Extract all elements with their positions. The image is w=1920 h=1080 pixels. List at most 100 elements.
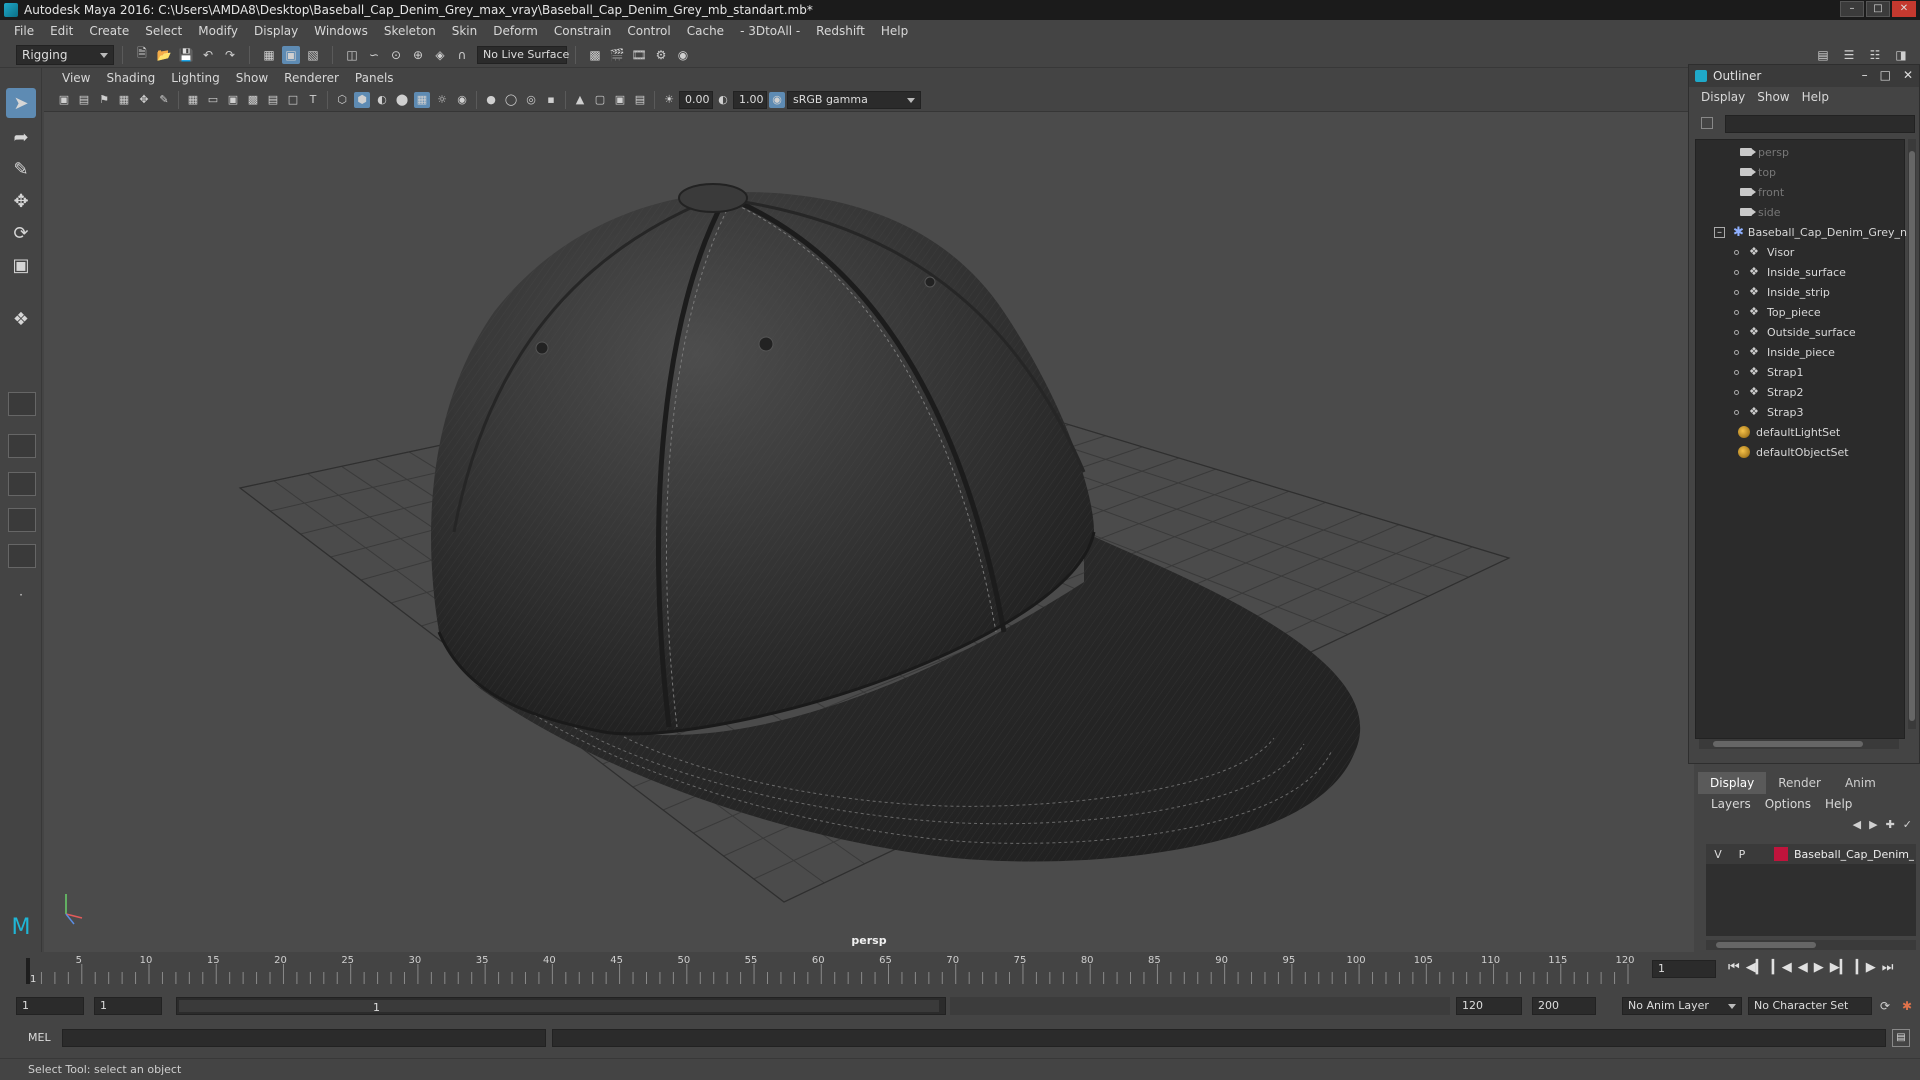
- move-layer-up-icon[interactable]: ◀: [1853, 818, 1861, 831]
- layout-four-view-icon[interactable]: [8, 392, 36, 416]
- layer-menu-layers[interactable]: Layers: [1704, 797, 1758, 811]
- bookmark-icon[interactable]: ⚑: [96, 92, 112, 108]
- scrollbar-thumb[interactable]: [1909, 151, 1915, 721]
- menu-redshift[interactable]: Redshift: [808, 20, 873, 42]
- outliner-item-side[interactable]: side: [1740, 202, 1781, 222]
- vp-menu-shading[interactable]: Shading: [98, 71, 163, 85]
- redo-icon[interactable]: ↷: [221, 46, 239, 64]
- layer-visibility-toggle[interactable]: V: [1706, 848, 1730, 861]
- vp-menu-renderer[interactable]: Renderer: [276, 71, 347, 85]
- new-layer-icon[interactable]: ✚: [1886, 818, 1895, 831]
- scrollbar-thumb[interactable]: [1716, 942, 1816, 948]
- menu-3dtoall[interactable]: - 3DtoAll -: [732, 20, 808, 42]
- anim-layer-dropdown[interactable]: No Anim Layer: [1622, 997, 1742, 1015]
- vp-menu-view[interactable]: View: [54, 71, 98, 85]
- outliner-vertical-scrollbar[interactable]: [1908, 139, 1916, 729]
- tool-settings-icon[interactable]: ☰: [1840, 46, 1858, 64]
- image-plane-icon[interactable]: ▦: [116, 92, 132, 108]
- depth-of-field-icon[interactable]: ▪: [543, 92, 559, 108]
- tab-anim[interactable]: Anim: [1833, 772, 1888, 794]
- vp-menu-lighting[interactable]: Lighting: [163, 71, 228, 85]
- menu-control[interactable]: Control: [619, 20, 678, 42]
- live-surface-field[interactable]: No Live Surface: [477, 45, 569, 64]
- outliner-search-input[interactable]: [1725, 115, 1915, 133]
- gate-mask-icon[interactable]: ▩: [245, 92, 261, 108]
- layout-outliner-persp-icon[interactable]: [8, 472, 36, 496]
- move-layer-down-icon[interactable]: ▶: [1869, 818, 1877, 831]
- range-bar[interactable]: 1 120: [176, 997, 1102, 1015]
- xray-components-icon[interactable]: ▤: [632, 92, 648, 108]
- select-tool-icon[interactable]: ➤: [6, 88, 36, 118]
- start-time-field[interactable]: 1: [16, 997, 84, 1015]
- minimize-button[interactable]: –: [1840, 1, 1864, 17]
- menu-display[interactable]: Display: [246, 20, 306, 42]
- camera-icon[interactable]: ▣: [56, 92, 72, 108]
- hypershade-icon[interactable]: ◉: [674, 46, 692, 64]
- menu-skin[interactable]: Skin: [444, 20, 486, 42]
- current-time-indicator[interactable]: [26, 958, 30, 984]
- exposure-icon[interactable]: ☀: [661, 92, 677, 108]
- step-forward-key-icon[interactable]: ▶▎: [1830, 960, 1850, 975]
- layer-row[interactable]: V P Baseball_Cap_Denim_G: [1706, 844, 1916, 864]
- menu-create[interactable]: Create: [81, 20, 137, 42]
- xray-joints-icon[interactable]: ▣: [612, 92, 628, 108]
- animation-preferences-icon[interactable]: ✱: [1898, 997, 1916, 1015]
- outliner-item-root-group[interactable]: – ✱ Baseball_Cap_Denim_Grey_n: [1714, 222, 1907, 242]
- snap-magnet-icon[interactable]: ∩: [453, 46, 471, 64]
- outliner-menu-show[interactable]: Show: [1751, 90, 1795, 104]
- range-slider-track[interactable]: [950, 997, 1450, 1015]
- command-input[interactable]: [62, 1029, 546, 1047]
- playback-end-field[interactable]: 120: [1456, 997, 1522, 1015]
- play-forwards-icon[interactable]: ▶: [1814, 960, 1824, 975]
- outliner-item-child[interactable]: ❖ Outside_surface: [1734, 322, 1856, 342]
- layer-menu-help[interactable]: Help: [1818, 797, 1859, 811]
- outliner-item-child[interactable]: ❖ Top_piece: [1734, 302, 1821, 322]
- close-button[interactable]: ✕: [1892, 1, 1916, 17]
- tab-render[interactable]: Render: [1766, 772, 1833, 794]
- channel-box-icon[interactable]: ☷: [1866, 46, 1884, 64]
- maximize-button[interactable]: □: [1866, 1, 1890, 17]
- color-management-icon[interactable]: ◉: [769, 91, 785, 108]
- use-all-lights-icon[interactable]: ☼: [434, 92, 450, 108]
- step-forward-frame-icon[interactable]: ▎▶: [1856, 960, 1876, 975]
- snap-view-icon[interactable]: ⊕: [409, 46, 427, 64]
- scale-tool-icon[interactable]: ▣: [6, 250, 36, 280]
- script-editor-icon[interactable]: ▤: [1892, 1029, 1910, 1047]
- more-layouts-icon[interactable]: ·: [6, 580, 36, 610]
- save-scene-icon[interactable]: 💾: [177, 46, 195, 64]
- close-icon[interactable]: ✕: [1903, 68, 1913, 82]
- step-back-key-icon[interactable]: ▎◀: [1772, 960, 1792, 975]
- select-component-icon[interactable]: ▧: [304, 46, 322, 64]
- film-gate-icon[interactable]: ▭: [205, 92, 221, 108]
- render-settings-icon[interactable]: ⚙: [652, 46, 670, 64]
- layer-editor-icon[interactable]: ◨: [1892, 46, 1910, 64]
- menu-cache[interactable]: Cache: [679, 20, 732, 42]
- menu-file[interactable]: File: [6, 20, 42, 42]
- time-ruler[interactable]: 5 10 15 20 25 30 35 40 45 50 55 60 65 70 75 80 85 90 95 100…: [24, 954, 1644, 986]
- shadows-icon[interactable]: ◉: [454, 92, 470, 108]
- open-scene-icon[interactable]: 📂: [155, 46, 173, 64]
- wireframe-icon[interactable]: ⬡: [334, 92, 350, 108]
- camera-attributes-icon[interactable]: ▤: [76, 92, 92, 108]
- outliner-item-set[interactable]: defaultObjectSet: [1738, 442, 1849, 462]
- character-set-dropdown[interactable]: No Character Set: [1748, 997, 1872, 1015]
- smooth-shade-icon[interactable]: ⬢: [354, 91, 370, 108]
- layer-color-swatch[interactable]: [1774, 847, 1788, 861]
- paint-select-tool-icon[interactable]: ✎: [6, 154, 36, 184]
- auto-key-icon[interactable]: ⟳: [1876, 997, 1894, 1015]
- go-to-start-icon[interactable]: ⏮: [1728, 960, 1740, 975]
- outliner-item-set[interactable]: defaultLightSet: [1738, 422, 1840, 442]
- current-frame-field[interactable]: 1: [1652, 960, 1716, 978]
- render-frame-icon[interactable]: 🎬: [608, 46, 626, 64]
- grease-pencil-icon[interactable]: ✎: [156, 92, 172, 108]
- menu-select[interactable]: Select: [137, 20, 190, 42]
- outliner-item-front[interactable]: front: [1740, 182, 1784, 202]
- outliner-horizontal-scrollbar[interactable]: [1699, 739, 1899, 749]
- ipr-render-icon[interactable]: 🎞: [630, 46, 648, 64]
- show-manipulator-icon[interactable]: ❖: [6, 304, 36, 334]
- maximize-icon[interactable]: □: [1880, 68, 1891, 82]
- select-object-icon[interactable]: ▣: [282, 45, 300, 64]
- playback-start-field[interactable]: 1: [94, 997, 162, 1015]
- outliner-item-child[interactable]: ❖ Inside_surface: [1734, 262, 1846, 282]
- move-tool-icon[interactable]: ✥: [6, 186, 36, 216]
